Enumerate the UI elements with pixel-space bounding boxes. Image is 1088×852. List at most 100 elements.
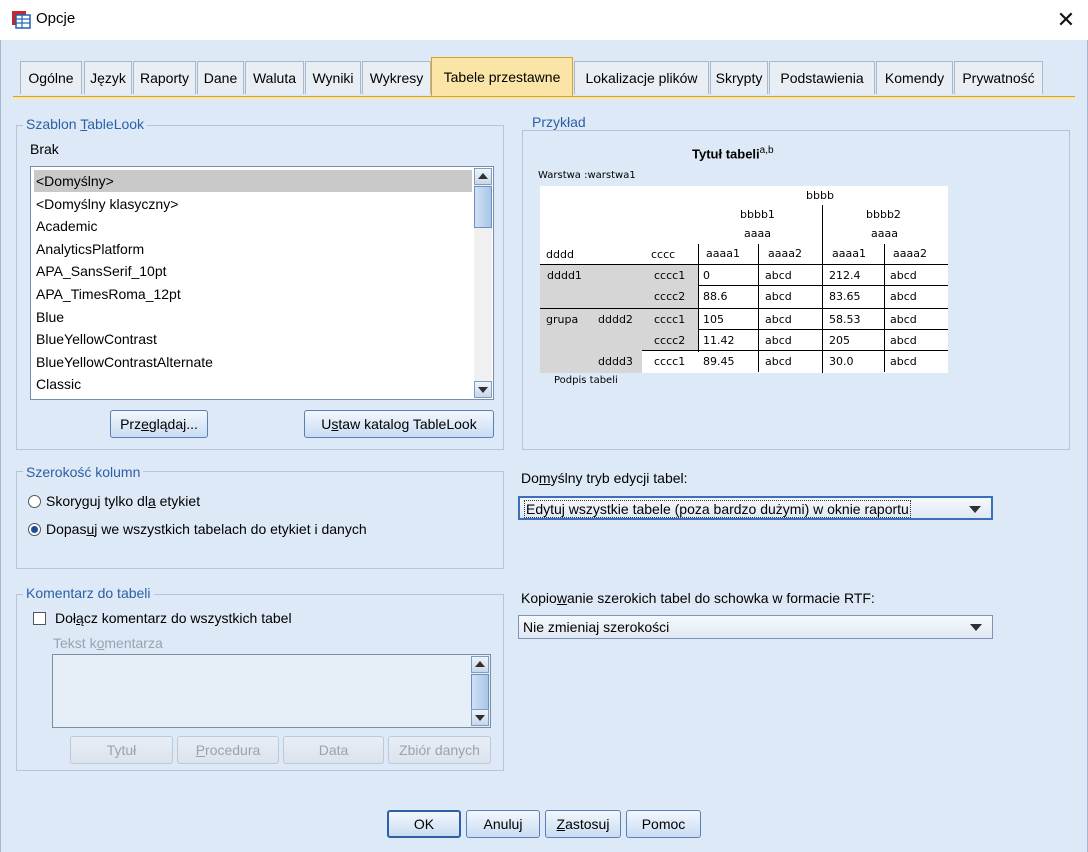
list-item[interactable]: AnalyticsPlatform xyxy=(34,238,472,260)
scroll-up-icon[interactable] xyxy=(474,168,492,185)
tab-skrypty[interactable]: Skrypty xyxy=(710,61,768,94)
preview-gridline xyxy=(758,244,759,372)
app-icon xyxy=(12,11,31,29)
preview-col-header-top: bbbb xyxy=(806,189,834,202)
preview-cell: abcd xyxy=(890,355,917,368)
preview-cell: 105 xyxy=(703,313,724,326)
rtf-copy-select[interactable]: Nie zmieniaj szerokości xyxy=(518,615,993,639)
preview-gridline xyxy=(540,308,948,309)
preview-row-label: cccc2 xyxy=(654,290,686,303)
help-button[interactable]: Pomoc xyxy=(626,810,701,838)
preview-cell: abcd xyxy=(765,355,792,368)
list-item[interactable]: <Domyślny klasyczny> xyxy=(34,193,472,215)
comment-group-title: Komentarz do tabeli xyxy=(23,585,154,601)
tablelook-group-title: Szablon TableLook xyxy=(23,116,148,132)
tab-wyniki[interactable]: Wyniki xyxy=(305,61,361,94)
preview-cell: abcd xyxy=(765,334,792,347)
tab-waluta[interactable]: Waluta xyxy=(245,61,304,94)
list-item[interactable]: Blue xyxy=(34,306,472,328)
list-scrollbar[interactable] xyxy=(474,168,492,398)
radio-labels-only[interactable] xyxy=(28,495,41,508)
scroll-thumb[interactable] xyxy=(471,674,489,710)
edit-mode-select[interactable]: Edytuj wszystkie tabele (poza bardzo duż… xyxy=(518,496,993,520)
preview-cell: 205 xyxy=(829,334,850,347)
preview-row-label: cccc1 xyxy=(654,355,686,368)
preview-leaf-col: aaaa1 xyxy=(706,247,740,260)
comment-scrollbar[interactable] xyxy=(471,656,489,726)
browse-button[interactable]: Przeglądaj... xyxy=(110,410,208,438)
preview-gridline xyxy=(884,244,885,372)
preview-gridline xyxy=(642,350,948,351)
scroll-down-icon[interactable] xyxy=(474,381,492,398)
edit-mode-label: Domyślny tryb edycji tabel: xyxy=(521,470,688,486)
list-item[interactable]: Classic xyxy=(34,373,472,395)
radio-labels-and-data[interactable] xyxy=(28,523,41,536)
preview-col-sub: aaaa xyxy=(744,227,771,240)
tab-komendy[interactable]: Komendy xyxy=(876,61,953,94)
ok-button[interactable]: OK xyxy=(387,810,461,838)
comment-textarea[interactable] xyxy=(52,654,491,728)
tab-podstawienia[interactable]: Podstawienia xyxy=(769,61,875,94)
rtf-copy-value: Nie zmieniaj szerokości xyxy=(523,619,670,635)
apply-button[interactable]: Zastosuj xyxy=(545,810,621,838)
preview-leaf-col: aaaa2 xyxy=(768,247,802,260)
preview-cell: abcd xyxy=(890,313,917,326)
preview-cell: abcd xyxy=(890,269,917,282)
title-bar xyxy=(0,0,1088,40)
list-item[interactable]: APA_SansSerif_10pt xyxy=(34,260,472,282)
list-item[interactable]: BlueYellowContrastAlternate xyxy=(34,351,472,373)
preview-table-title: Tytuł tabelia,b xyxy=(692,145,774,162)
column-width-group-title: Szerokość kolumn xyxy=(23,464,144,480)
tab-język[interactable]: Język xyxy=(84,61,132,94)
window-title: Opcje xyxy=(36,10,76,27)
preview-row-label: cccc1 xyxy=(654,269,686,282)
list-item[interactable]: APA_TimesRoma_12pt xyxy=(34,283,472,305)
tab-tabele-przestawne[interactable]: Tabele przestawne xyxy=(431,57,573,97)
include-comment-label: Dołącz komentarz do wszystkich tabel xyxy=(55,610,292,626)
tab-ogólne[interactable]: Ogólne xyxy=(20,61,82,94)
insert-title-button[interactable]: Tytuł xyxy=(70,736,173,764)
preview-row-label: cccc1 xyxy=(654,313,686,326)
preview-cell: abcd xyxy=(890,334,917,347)
tab-dane[interactable]: Dane xyxy=(197,61,244,94)
tab-prywatność[interactable]: Prywatność xyxy=(954,61,1043,94)
tab-lokalizacje-plików[interactable]: Lokalizacje plików xyxy=(574,61,709,94)
preview-leaf-col: aaaa2 xyxy=(893,247,927,260)
tab-raporty[interactable]: Raporty xyxy=(133,61,196,94)
preview-row-dim-label: dddd xyxy=(546,248,574,261)
preview-row-label: dddd3 xyxy=(598,355,633,368)
preview-cell: abcd xyxy=(890,290,917,303)
preview-row-label: dddd1 xyxy=(547,269,582,282)
insert-procedure-button[interactable]: Procedura xyxy=(177,736,279,764)
include-comment-checkbox[interactable] xyxy=(33,612,46,625)
scroll-thumb[interactable] xyxy=(474,186,492,228)
chevron-down-icon xyxy=(970,624,982,631)
preview-group-title: Przykład xyxy=(529,114,589,130)
rtf-copy-label: Kopiowanie szerokich tabel do schowka w … xyxy=(521,590,875,606)
list-item[interactable]: BlueYellowContrast xyxy=(34,328,472,350)
preview-cell: 89.45 xyxy=(703,355,735,368)
preview-layer: Warstwa :warstwa1 xyxy=(538,170,636,181)
preview-cell: 0 xyxy=(703,269,710,282)
column-width-group xyxy=(16,471,504,569)
tablelook-list[interactable]: <Domyślny> <Domyślny klasyczny> Academic An… xyxy=(30,166,494,400)
cancel-button[interactable]: Anuluj xyxy=(466,810,540,838)
list-item[interactable]: Academic xyxy=(34,215,472,237)
close-icon[interactable]: ✕ xyxy=(1052,6,1080,34)
list-item[interactable]: <Domyślny> xyxy=(34,170,472,192)
preview-cell: 88.6 xyxy=(703,290,728,303)
insert-date-button[interactable]: Data xyxy=(283,736,384,764)
scroll-down-icon[interactable] xyxy=(471,709,489,726)
tab-wykresy[interactable]: Wykresy xyxy=(362,61,431,94)
preview-row-label: grupa xyxy=(546,313,579,326)
preview-col-group: bbbb2 xyxy=(866,208,901,221)
comment-text-label: Tekst komentarza xyxy=(53,635,163,651)
insert-dataset-button[interactable]: Zbiór danych xyxy=(388,736,491,764)
set-tablelook-dir-button[interactable]: Ustaw katalog TableLook xyxy=(304,410,494,438)
scroll-up-icon[interactable] xyxy=(471,656,489,673)
preview-cell: 212.4 xyxy=(829,269,861,282)
preview-gridline xyxy=(540,264,948,265)
preview-gridline xyxy=(698,285,948,286)
preview-col-group: bbbb1 xyxy=(740,208,775,221)
preview-cell: abcd xyxy=(765,290,792,303)
